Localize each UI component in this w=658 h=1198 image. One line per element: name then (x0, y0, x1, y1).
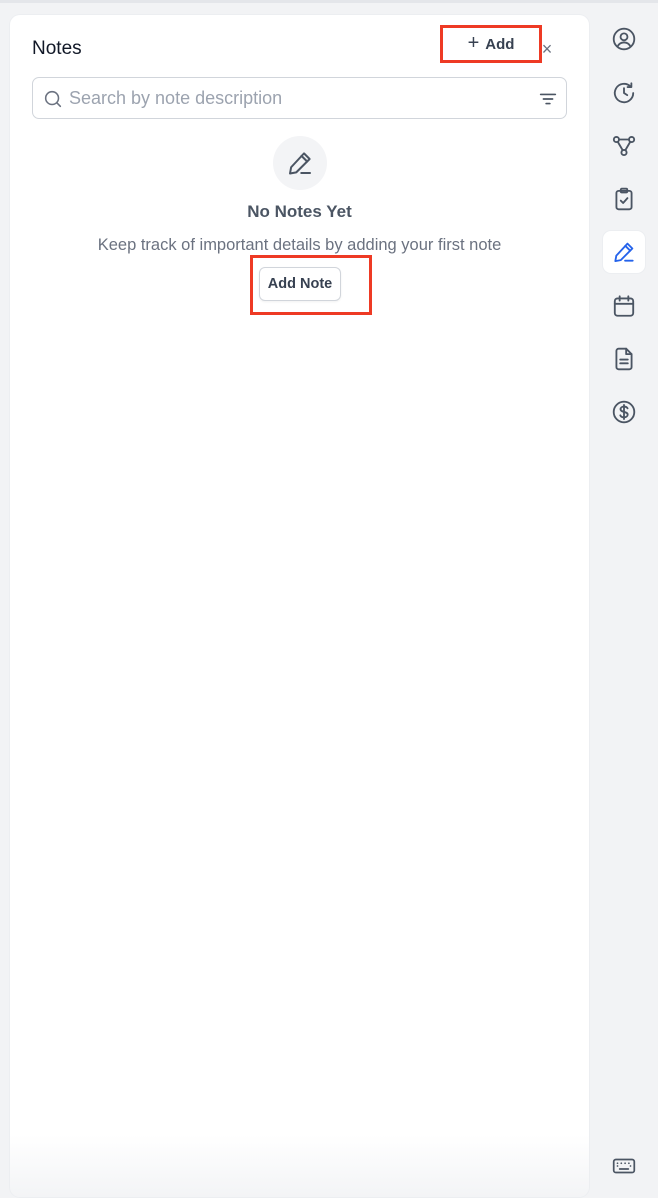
clipboard-check-icon (615, 187, 633, 211)
keyboard-shortcuts-button[interactable] (603, 1145, 645, 1187)
notes-panel: Notes + Add × No Notes Y (10, 15, 589, 1197)
search-input[interactable] (69, 78, 519, 118)
right-sidebar (590, 3, 658, 1198)
plus-icon: + (467, 32, 480, 54)
empty-state-icon-circle (273, 136, 327, 190)
history-clock-icon (613, 82, 635, 104)
dollar-icon (612, 400, 636, 424)
sidebar-item-tasks[interactable] (603, 178, 645, 220)
sidebar-item-activity[interactable] (603, 72, 645, 114)
add-note-button[interactable]: Add Note (259, 267, 341, 301)
keyboard-icon (612, 1158, 636, 1174)
panel-title: Notes (32, 38, 82, 59)
workflow-icon (612, 135, 636, 157)
sidebar-item-documents[interactable] (603, 338, 645, 380)
pencil-icon (614, 242, 634, 263)
sidebar-item-notes[interactable] (603, 231, 645, 273)
search-box (32, 77, 567, 119)
search-icon (44, 90, 62, 108)
filter-icon[interactable] (537, 88, 559, 110)
empty-state-description: Keep track of important details by addin… (97, 236, 502, 254)
sidebar-item-payments[interactable] (603, 391, 645, 433)
empty-state-title: No Notes Yet (247, 202, 352, 221)
document-icon (615, 347, 633, 371)
sidebar-item-workflows[interactable] (603, 125, 645, 167)
pencil-icon (289, 152, 311, 175)
calendar-icon (613, 295, 635, 317)
user-circle-icon (612, 27, 636, 51)
add-button-label: Add (485, 35, 515, 53)
page: Notes + Add × No Notes Y (0, 0, 658, 1198)
sidebar-item-contact[interactable] (603, 18, 645, 60)
sidebar-item-calendar[interactable] (603, 285, 645, 327)
add-note-header-button[interactable]: + Add (440, 25, 542, 63)
close-icon[interactable]: × (540, 39, 554, 59)
